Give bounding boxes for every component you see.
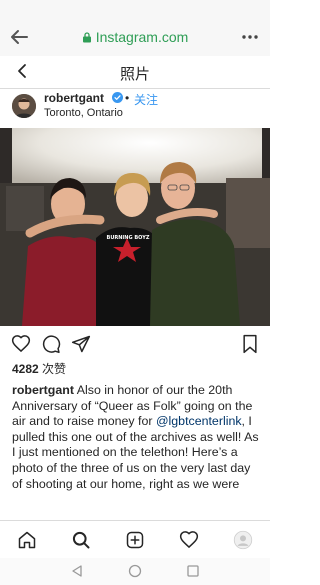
avatar[interactable] (12, 94, 36, 118)
more-dots-icon[interactable] (240, 28, 260, 46)
url-text: Instagram.com (95, 29, 189, 45)
address-bar[interactable]: Instagram.com (0, 29, 270, 45)
lock-icon (82, 32, 91, 43)
system-navigation-bar (0, 558, 270, 585)
profile-icon[interactable] (233, 530, 253, 550)
share-icon[interactable] (71, 334, 91, 354)
post-caption: robertgant Also in honor of our the 20th… (12, 383, 260, 517)
page-header: 照片 (0, 56, 270, 89)
likes-number: 4282 (12, 362, 39, 376)
comment-icon[interactable] (41, 334, 61, 354)
verified-badge-icon (112, 92, 123, 103)
heart-icon[interactable] (11, 334, 31, 354)
new-post-icon[interactable] (125, 530, 145, 550)
system-home-icon[interactable] (128, 564, 142, 578)
likes-label: 次赞 (42, 362, 67, 376)
system-back-icon[interactable] (70, 564, 84, 578)
post-header: robertgant • 关注 Toronto, Ontario (0, 88, 270, 128)
post-actions (0, 326, 270, 360)
likes-count[interactable]: 4282 次赞 (12, 360, 66, 377)
post-username[interactable]: robertgant (44, 91, 104, 105)
post-photo[interactable]: BURNING BOYZ (0, 128, 270, 326)
follow-button[interactable]: 关注 (134, 91, 158, 108)
search-icon[interactable] (71, 530, 91, 550)
activity-heart-icon[interactable] (179, 530, 199, 550)
post-location[interactable]: Toronto, Ontario (44, 107, 123, 119)
caption-username[interactable]: robertgant (12, 383, 74, 397)
caption-mention-link[interactable]: @lgbtcenterlink (156, 414, 242, 428)
page-title: 照片 (119, 66, 150, 83)
separator-dot: • (125, 91, 130, 105)
system-recents-icon[interactable] (186, 564, 200, 578)
bottom-navigation (0, 520, 270, 559)
bookmark-icon[interactable] (240, 334, 260, 354)
home-icon[interactable] (17, 530, 37, 550)
shirt-text: BURNING BOYZ (107, 235, 150, 241)
browser-toolbar: Instagram.com (0, 0, 270, 57)
